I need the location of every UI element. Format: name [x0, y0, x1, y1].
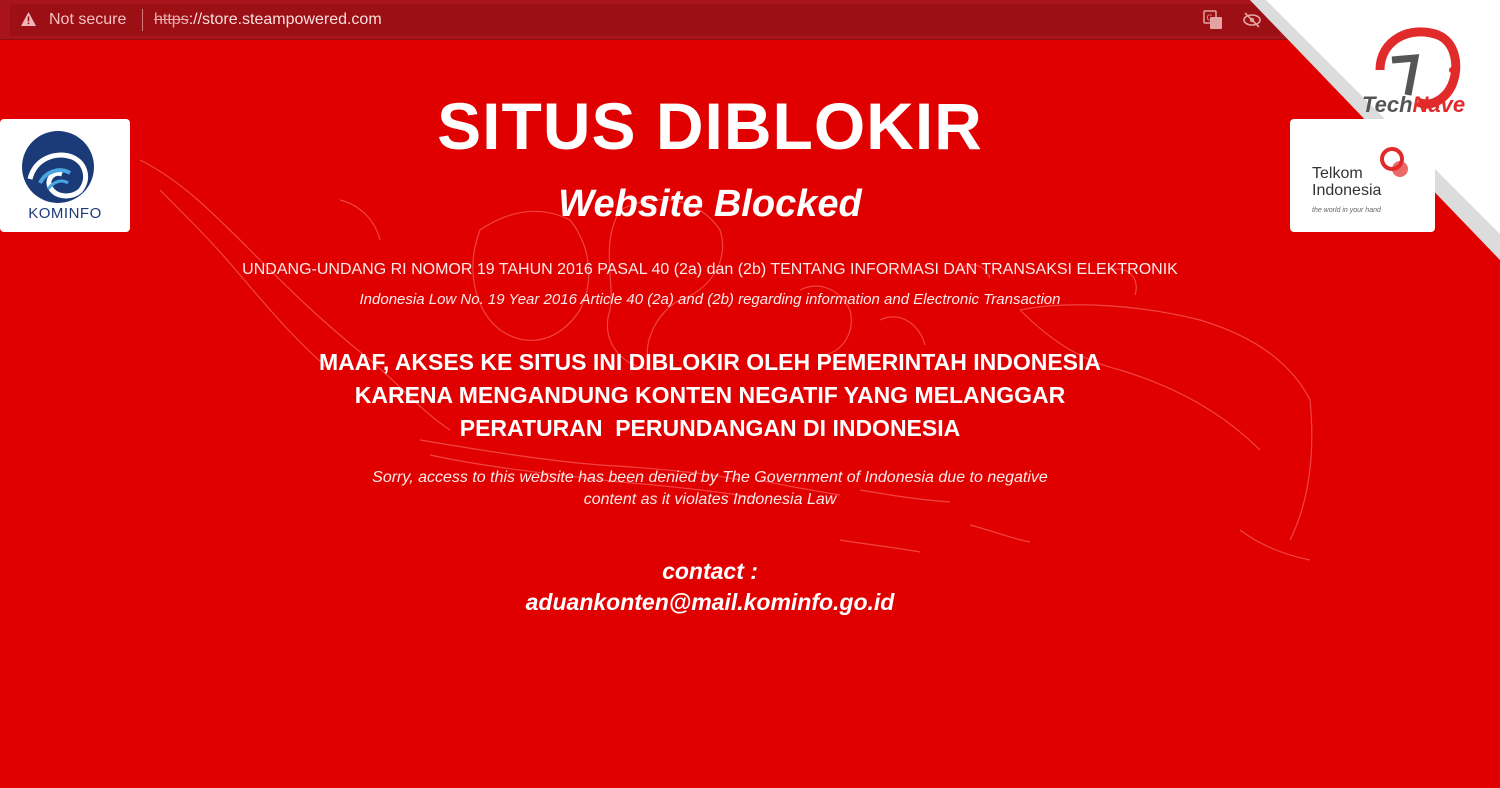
url-text[interactable]: https://store.steampowered.com: [154, 11, 382, 29]
address-separator: [142, 9, 143, 31]
warning-icon[interactable]: [20, 11, 37, 27]
not-secure-label[interactable]: Not secure: [49, 11, 126, 29]
law-reference-indonesian: UNDANG-UNDANG RI NOMOR 19 TAHUN 2016 PAS…: [242, 261, 1178, 278]
block-message: MAAF, AKSES KE SITUS INI DIBLOKIR OLEH P…: [0, 346, 1420, 445]
page-title: SITUS DIBLOKIR: [437, 89, 983, 163]
block-message-line1: MAAF, AKSES KE SITUS INI DIBLOKIR OLEH P…: [318, 349, 1102, 375]
english-apology-line2: content as it violates Indonesia Law: [583, 491, 837, 508]
english-apology-line1: Sorry, access to this website has been d…: [372, 469, 1048, 486]
translate-icon[interactable]: G: [1203, 10, 1223, 30]
english-apology: Sorry, access to this website has been d…: [0, 467, 1420, 511]
telkom-name-line1: Telkom: [1312, 165, 1363, 182]
url-scheme: https: [154, 11, 189, 28]
contact-email[interactable]: aduankonten@mail.kominfo.go.id: [0, 589, 1420, 616]
svg-text:G: G: [1207, 14, 1213, 23]
block-message-line3: PERATURAN PERUNDANGAN DI INDONESIA: [459, 415, 961, 441]
url-host: ://store.steampowered.com: [188, 11, 382, 28]
contact-label: contact :: [662, 558, 758, 584]
block-message-line2: KARENA MENGANDUNG KONTEN NEGATIF YANG ME…: [354, 382, 1066, 408]
technave-text-b: Nave: [1412, 92, 1466, 117]
law-reference-english: Indonesia Low No. 19 Year 2016 Article 4…: [359, 291, 1061, 308]
page-subtitle: Website Blocked: [558, 183, 862, 225]
